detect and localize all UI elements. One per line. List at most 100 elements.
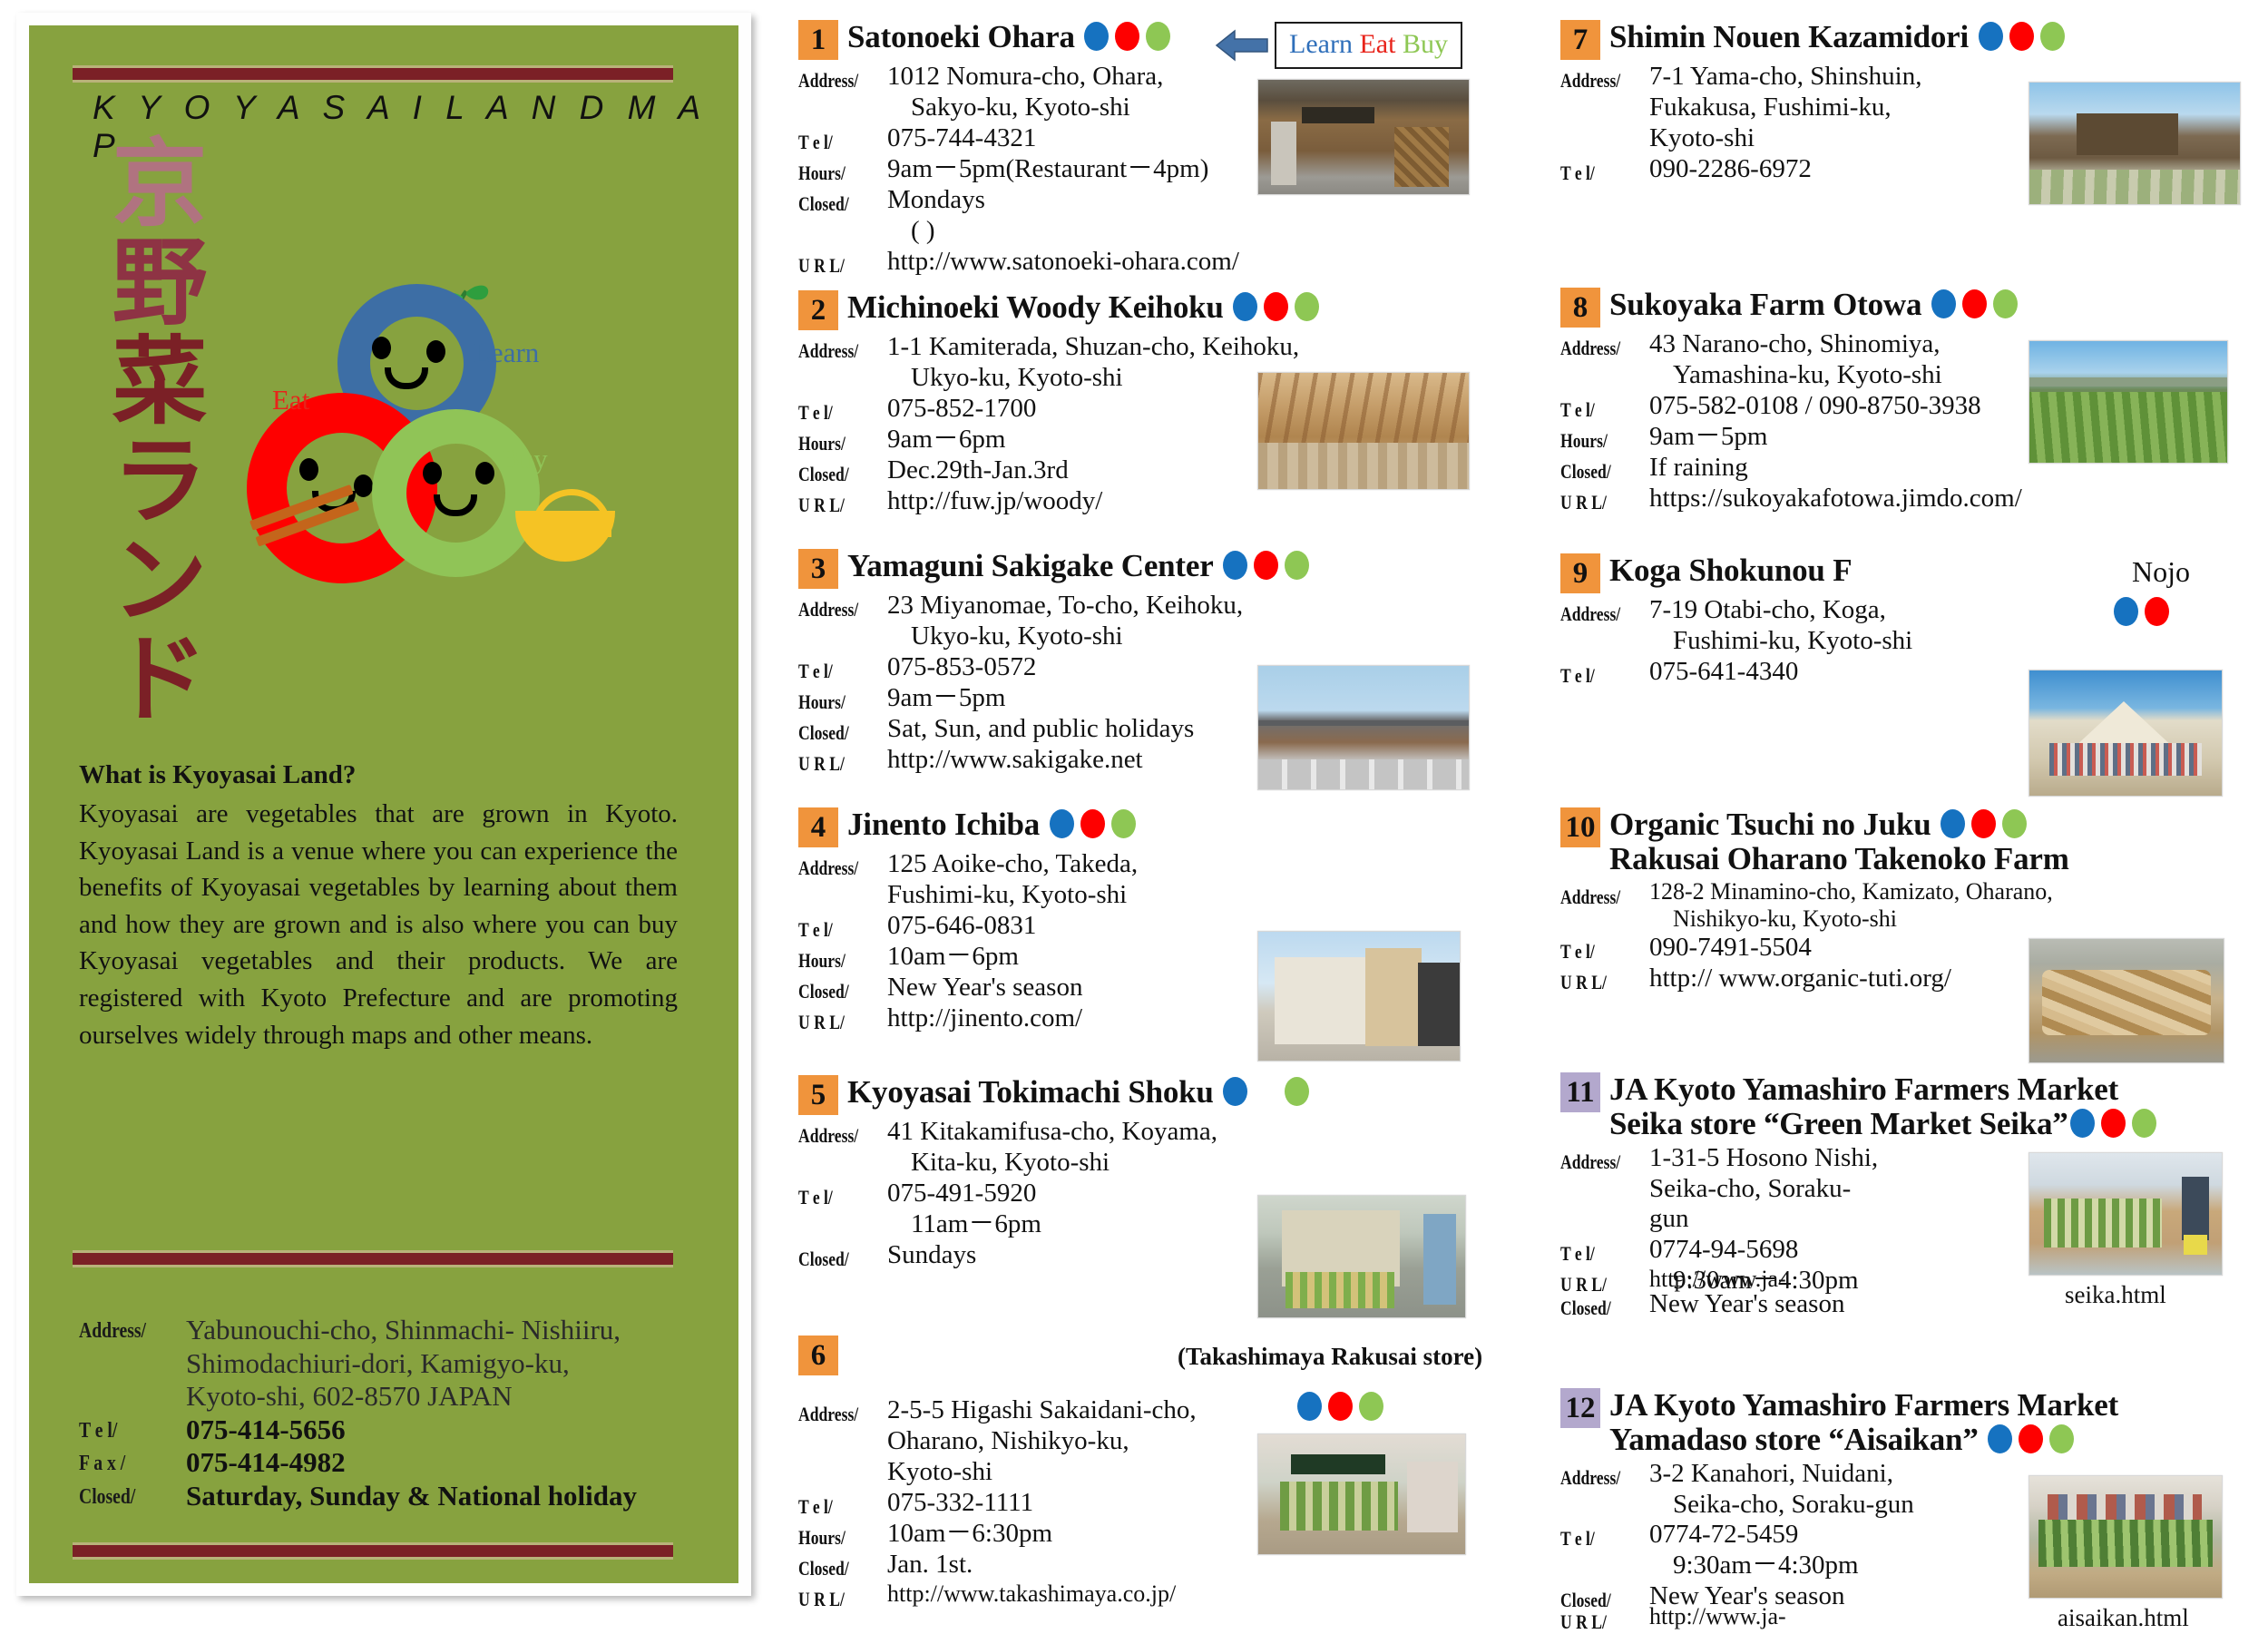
url-label: U R L/ <box>798 1587 845 1610</box>
entry-9-title: Koga Shokunou F <box>1609 553 1853 588</box>
eat-dot <box>1253 551 1278 580</box>
address-line: 43 Narano-cho, Shinomiya, <box>1649 329 1941 358</box>
basket-icon <box>515 489 615 562</box>
address-line: 3-2 Kanahori, Nuidani, <box>1649 1458 1893 1488</box>
eat-dot <box>2009 22 2034 51</box>
entry-4-hours: 10am－6pm <box>887 941 1019 971</box>
tel-text: 0774-94-5698 <box>1649 1235 1799 1265</box>
eat-dot-absent <box>1254 1077 1278 1106</box>
entry-3-tel: 075-853-0572 <box>887 651 1037 681</box>
entry-10-url[interactable]: http:// www.organic-tuti.org/ <box>1647 964 1951 994</box>
entry-10-address: 128-2 Minamino-cho, Kamizato, Oharano, N… <box>1647 878 2053 934</box>
entry-8-number: 8 <box>1560 288 1600 328</box>
entry-6-url[interactable]: http://www.takashimaya.co.jp/ <box>885 1580 1176 1608</box>
closed-extra: ( ) <box>911 215 935 245</box>
entry-12[interactable]: 12 JA Kyoto Yamashiro Farmers Market Yam… <box>1560 1388 2268 1634</box>
entry-11[interactable]: 11 JA Kyoto Yamashiro Farmers Market Sei… <box>1560 1072 2268 1320</box>
entry-5-dots <box>1223 1077 1310 1106</box>
eat-dot <box>1264 292 1289 321</box>
mascot-eat-eye-left <box>299 458 318 481</box>
contact-closed-label: Closed/ <box>79 1484 136 1509</box>
entry-12-address: 3-2 Kanahori, Nuidani, Seika-cho, Soraku… <box>1647 1459 1914 1521</box>
entry-4[interactable]: 4 Jinento Ichiba Address/ 125 Aoike-cho,… <box>798 807 1515 1062</box>
about-heading: What is Kyoyasai Land? <box>79 760 357 789</box>
tel-label: T e l/ <box>798 130 833 153</box>
address-line: 125 Aoike-cho, Takeda, <box>887 849 1139 878</box>
learn-dot <box>1233 292 1258 321</box>
entry-8[interactable]: 8 Sukoyaka Farm Otowa Address/ 43 Narano… <box>1560 288 2268 514</box>
buy-dot <box>1284 551 1309 580</box>
address-line: Kyoto-shi <box>887 1456 992 1486</box>
address-line: Ukyo-ku, Kyoto-shi <box>911 362 1123 392</box>
entry-7-tel: 090-2286-6972 <box>1649 153 1812 183</box>
entry-4-number: 4 <box>798 807 838 847</box>
divider-bottom <box>73 1542 673 1560</box>
entry-11-title-line2-wrap: Seika store “Green Market Seika” <box>1609 1106 2156 1141</box>
url-label: U R L/ <box>1560 971 1607 994</box>
address-label: Address/ <box>1560 1150 1621 1173</box>
entry-4-header: 4 Jinento Ichiba <box>798 807 1515 847</box>
eat-dot <box>1080 809 1105 838</box>
entry-1-url[interactable]: http://www.satonoeki-ohara.com/ <box>885 247 1239 278</box>
contact-tel-value: 075-414-5656 <box>186 1413 346 1445</box>
entry-8-url[interactable]: https://sukoyakafotowa.jimdo.com/ <box>1647 484 2022 514</box>
buy-dot <box>1992 289 2018 318</box>
buy-dot <box>1359 1392 1383 1421</box>
entry-1-dots <box>1084 22 1171 51</box>
address-label: Address/ <box>1560 337 1621 359</box>
entry-9[interactable]: 9 Koga Shokunou F Nojo Address/ 7-19 Ota… <box>1560 553 2268 797</box>
entry-2-dots <box>1233 292 1320 321</box>
entry-7-title-text: Shimin Nouen Kazamidori <box>1609 19 1970 54</box>
entry-4-address: 125 Aoike-cho, Takeda, Fushimi-ku, Kyoto… <box>885 849 1138 911</box>
entry-4-closed: New Year's season <box>887 972 1083 1002</box>
contact-fax-row: F a x / 075-414-4982 <box>79 1446 714 1480</box>
tel-label: T e l/ <box>1560 397 1595 421</box>
buy-dot <box>2131 1108 2156 1138</box>
entry-2-title-text: Michinoeki Woody Keihoku <box>847 289 1224 325</box>
address-line: 41 Kitakamifusa-cho, Koyama, <box>887 1117 1218 1146</box>
learn-dot <box>1049 809 1074 838</box>
contact-tel-label: T e l/ <box>79 1418 118 1443</box>
entry-8-closed: If raining <box>1649 452 1748 482</box>
entry-11-header: 11 JA Kyoto Yamashiro Farmers Market Sei… <box>1560 1072 2268 1141</box>
contact-address-line-3: Kyoto-shi, 602-8570 JAPAN <box>186 1380 513 1413</box>
entry-12-url[interactable]: http://www.ja- <box>1647 1603 1786 1630</box>
mascot-buy-eye-left <box>423 462 442 484</box>
entry-10-tel: 090-7491-5504 <box>1649 933 1812 963</box>
address-label: Address/ <box>798 69 859 92</box>
hours-label: Hours/ <box>1560 428 1608 452</box>
entry-9-tel: 075-641-4340 <box>1649 656 1799 686</box>
learn-dot <box>1987 1424 2012 1453</box>
contact-address-row: Address/ Yabunouchi-cho, Shinmachi- Nish… <box>79 1314 714 1414</box>
learn-dot <box>2069 1108 2095 1138</box>
buy-dot <box>2048 1424 2074 1453</box>
learn-dot <box>1978 22 2003 51</box>
entry-7-address: 7-1 Yama-cho, Shinshuin, Fukakusa, Fushi… <box>1647 62 1921 154</box>
kanji-char-1: 京 <box>112 127 208 240</box>
address-line: 1-1 Kamiterada, Shuzan-cho, Keihoku, <box>887 332 1300 361</box>
entry-2[interactable]: 2 Michinoeki Woody Keihoku Address/ 1-1 … <box>798 290 1515 517</box>
mascot-learn-eye-left <box>372 337 391 359</box>
entry-8-tel: 075-582-0108 / 090-8750-3938 <box>1649 390 1981 420</box>
entry-10[interactable]: 10 Organic Tsuchi no Juku Rakusai Oharan… <box>1560 807 2268 1063</box>
entry-8-title-text: Sukoyaka Farm Otowa <box>1609 287 1922 322</box>
buy-dot <box>2002 809 2028 838</box>
address-line: Oharano, Nishikyo-ku, <box>887 1425 1129 1455</box>
entry-1[interactable]: 1 Satonoeki Ohara Address/ 1012 Nomura-c… <box>798 20 1515 278</box>
entry-11-dots <box>2069 1108 2156 1138</box>
left-panel-green-board: K Y O Y A S A I L A N D M A P 京 野 菜 ラ ン … <box>29 25 738 1583</box>
entry-7[interactable]: 7 Shimin Nouen Kazamidori Address/ 7-1 Y… <box>1560 19 2268 205</box>
entry-3[interactable]: 3 Yamaguni Sakigake Center Address/ 23 M… <box>798 549 1515 790</box>
entry-6[interactable]: 6 (Takashimaya Rakusai store) Address/ 2… <box>798 1336 1515 1611</box>
address-line: 1-31-5 Hosono Nishi, <box>1649 1142 1879 1172</box>
entry-2-url[interactable]: http://fuw.jp/woody/ <box>885 486 1102 517</box>
entry-5[interactable]: 5 Kyoyasai Tokimachi Shoku Address/ 41 K… <box>798 1075 1515 1318</box>
entry-12-dots <box>1987 1424 2074 1453</box>
entry-3-url[interactable]: http://www.sakigake.net <box>885 745 1143 776</box>
entry-8-photo <box>2028 340 2228 464</box>
entry-6-address: 2-5-5 Higashi Sakaidani-cho, Oharano, Ni… <box>885 1395 1197 1488</box>
entry-11-title-text: JA Kyoto Yamashiro Farmers Market <box>1609 1071 2119 1107</box>
entry-8-address: 43 Narano-cho, Shinomiya, Yamashina-ku, … <box>1647 329 1942 391</box>
mascot-eat-eye-right <box>354 475 373 497</box>
entry-4-url[interactable]: http://jinento.com/ <box>885 1003 1082 1034</box>
